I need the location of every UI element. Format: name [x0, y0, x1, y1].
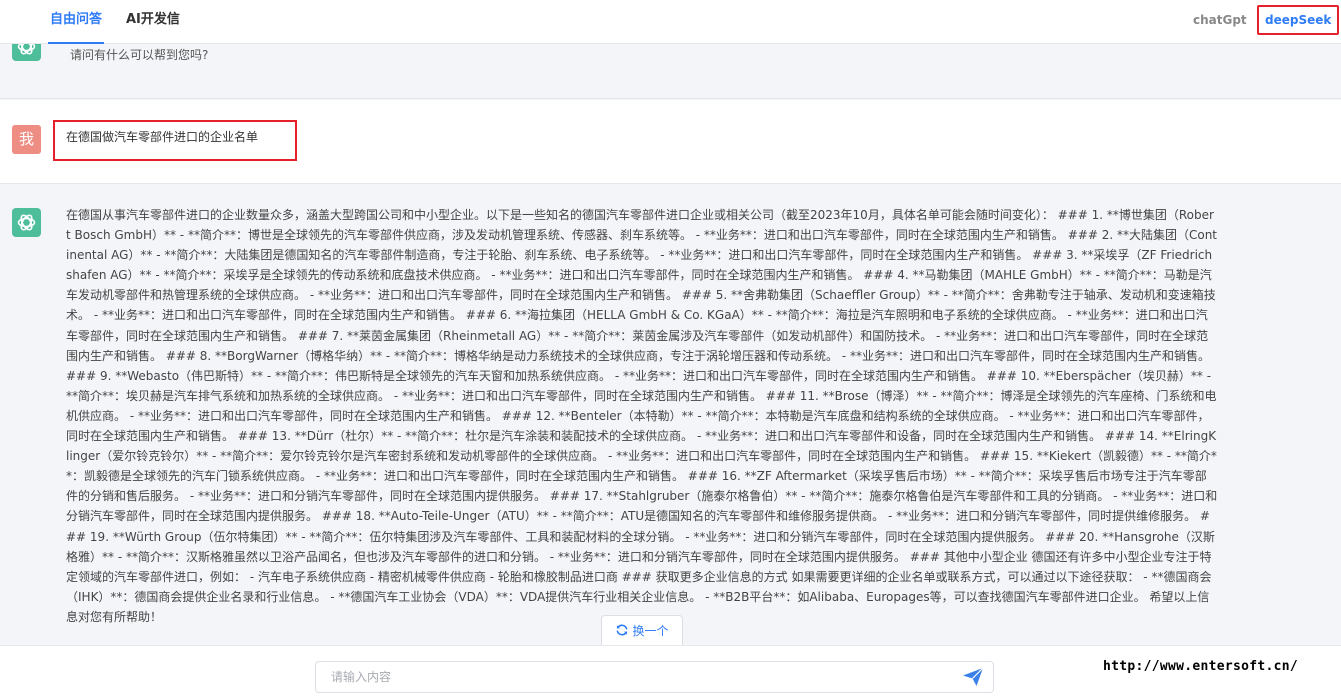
bot-greeting-message: 请问有什么可以帮到您吗? — [0, 44, 1341, 99]
message-input-wrapper — [315, 661, 994, 693]
input-bar: http://www.entersoft.cn/ — [0, 645, 1341, 697]
tab-ai-letter[interactable]: AI开发信 — [126, 0, 180, 44]
user-message-text: 在德国做汽车零部件进口的企业名单 — [66, 130, 259, 144]
regenerate-button[interactable]: 换一个 — [601, 615, 683, 645]
answer-text: 在德国从事汽车零部件进口的企业数量众多，涵盖大型跨国公司和中小型企业。以下是一些… — [66, 208, 1218, 624]
refresh-icon — [617, 624, 628, 636]
openai-logo-icon — [12, 44, 41, 61]
model-chatgpt-button[interactable]: chatGpt — [1193, 0, 1247, 40]
user-message: 我 在德国做汽车零部件进口的企业名单 — [0, 100, 1341, 184]
chat-area[interactable]: 请问有什么可以帮到您吗? 我 在德国做汽车零部件进口的企业名单 在德国从事汽车零… — [0, 44, 1341, 645]
model-deepseek-button[interactable]: deepSeek — [1257, 5, 1340, 35]
watermark-text: http://www.entersoft.cn/ — [1103, 659, 1299, 674]
openai-logo-icon — [12, 208, 41, 237]
greeting-text: 请问有什么可以帮到您吗? — [70, 48, 209, 62]
tab-free-qa[interactable]: 自由问答 — [47, 0, 105, 44]
top-bar: 自由问答 AI开发信 chatGpt deepSeek — [0, 0, 1341, 44]
user-avatar: 我 — [12, 125, 41, 154]
bot-answer-message: 在德国从事汽车零部件进口的企业数量众多，涵盖大型跨国公司和中小型企业。以下是一些… — [0, 185, 1341, 645]
paper-plane-icon[interactable] — [962, 667, 984, 687]
regenerate-label: 换一个 — [632, 624, 669, 638]
message-input[interactable] — [316, 662, 946, 692]
